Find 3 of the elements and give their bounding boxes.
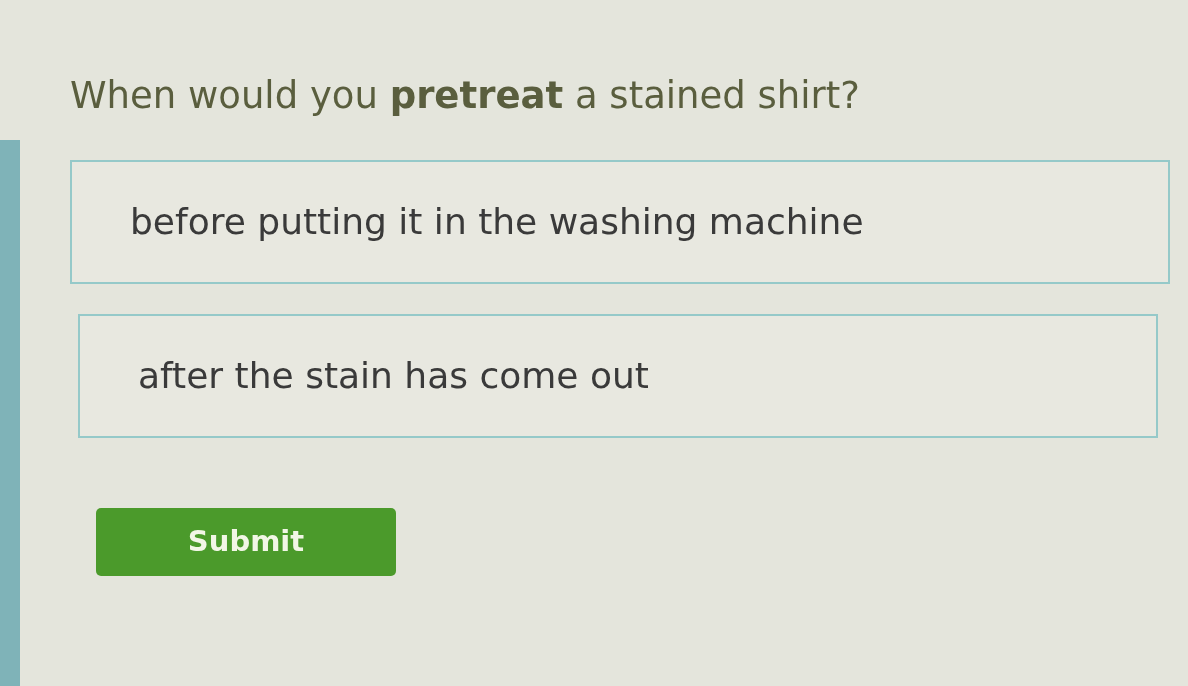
question-text: When would you pretreat a stained shirt? bbox=[70, 73, 860, 119]
answer-option[interactable]: before putting it in the washing machine bbox=[70, 160, 1170, 284]
answer-option[interactable]: after the stain has come out bbox=[78, 314, 1158, 438]
